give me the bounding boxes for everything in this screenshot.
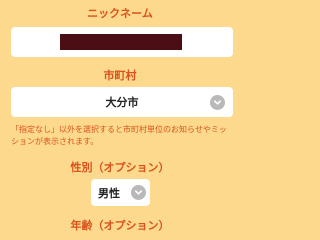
chevron-down-icon	[210, 95, 225, 110]
city-label: 市町村	[103, 69, 137, 82]
city-selected-value: 大分市	[105, 96, 139, 109]
nickname-redacted-value	[60, 34, 182, 50]
nickname-label: ニックネーム	[87, 7, 153, 20]
gender-label: 性別（オプション）	[70, 161, 170, 174]
gender-select[interactable]: 男性	[91, 179, 150, 206]
age-label: 年齢（オプション）	[70, 219, 170, 232]
city-note: 「指定なし」以外を選択すると市町村単位のお知らせやミッションが表示されます。	[11, 125, 227, 146]
chevron-down-icon	[131, 185, 146, 200]
city-select[interactable]: 大分市	[11, 87, 233, 117]
gender-selected-value: 男性	[98, 186, 120, 200]
